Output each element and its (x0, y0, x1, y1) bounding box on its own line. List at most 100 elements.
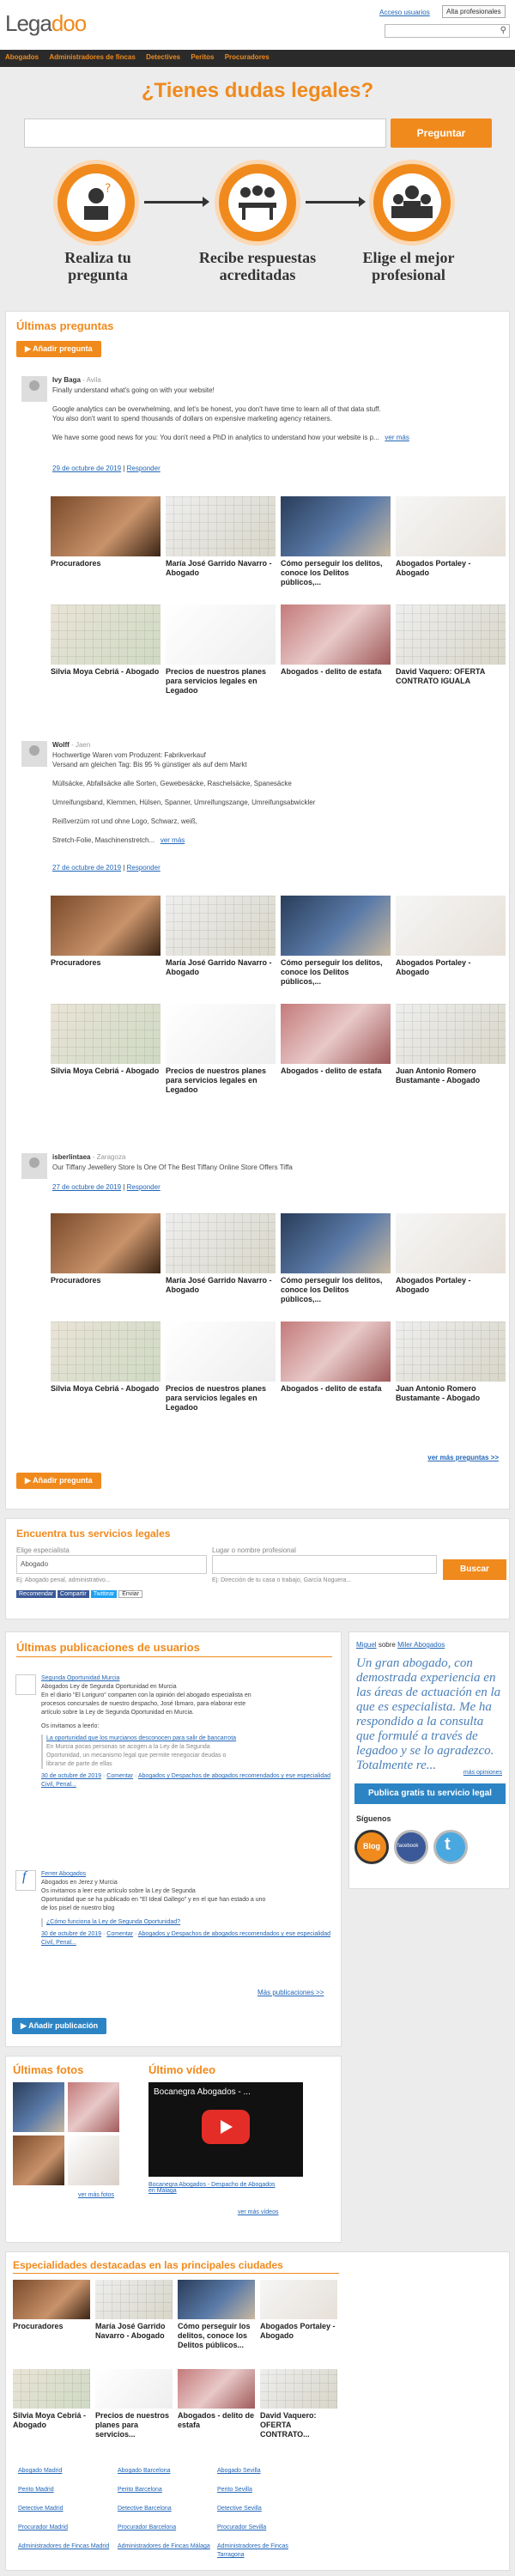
city-link[interactable]: Administradores de Fincas Tarragona (217, 2543, 312, 2560)
question-date[interactable]: 27 de octubre de 2019 (52, 864, 121, 872)
tile-caption[interactable]: Precios de nuestros planes para servicio… (95, 2411, 173, 2439)
city-link[interactable]: Perito Sevilla (217, 2486, 312, 2494)
tile-image[interactable] (95, 2369, 173, 2409)
related-tile[interactable]: Juan Antonio Romero Bustamante - Abogado (396, 1321, 506, 1403)
related-tile[interactable]: María José Garrido Navarro - Abogado (166, 896, 276, 977)
tile-image[interactable] (396, 1004, 506, 1064)
question-user[interactable]: Wolff (52, 741, 70, 749)
tile-image[interactable] (260, 2369, 337, 2409)
read-more-link[interactable]: ver más (385, 434, 409, 441)
tile-image[interactable] (51, 1321, 161, 1382)
tile-image[interactable] (51, 605, 161, 665)
login-link[interactable]: Acceso usuarios (379, 9, 430, 16)
video-player[interactable]: Bocanegra Abogados - ... (148, 2082, 303, 2177)
publication-date[interactable]: 30 de octubre de 2019 (41, 1773, 101, 1779)
email-share-button[interactable]: Enviar (118, 1590, 143, 1598)
city-link[interactable]: Perito Barcelona (118, 2486, 212, 2494)
related-tile[interactable]: Procuradores (51, 896, 161, 968)
related-tile[interactable]: Procuradores (13, 2280, 90, 2331)
tile-image[interactable] (396, 496, 506, 556)
related-tile[interactable]: Procuradores (51, 496, 161, 568)
tile-image[interactable] (281, 1004, 391, 1064)
related-tile[interactable]: Precios de nuestros planes para servicio… (166, 605, 276, 696)
publication-author[interactable]: Ferrer Abogados (41, 1871, 86, 1877)
read-more-link[interactable]: ver más (161, 836, 185, 844)
related-tile[interactable]: Abogados Portaley - Abogado (396, 896, 506, 977)
add-question-button-bottom[interactable]: ▶ Añadir pregunta (16, 1473, 101, 1489)
tile-caption[interactable]: Abogados Portaley - Abogado (260, 2322, 337, 2341)
related-tile[interactable]: María José Garrido Navarro - Abogado (95, 2280, 173, 2341)
add-question-button[interactable]: ▶ Añadir pregunta (16, 341, 101, 357)
photo-thumbnail[interactable] (13, 2136, 64, 2185)
tile-caption[interactable]: Procuradores (51, 1276, 161, 1285)
tile-caption[interactable]: Cómo perseguir los delitos, conoce los D… (178, 2322, 255, 2350)
related-tile[interactable]: Precios de nuestros planes para servicio… (166, 1004, 276, 1095)
more-publications-link[interactable]: Más publicaciones >> (258, 1989, 324, 1996)
more-questions-link[interactable]: ver más preguntas >> (427, 1454, 499, 1461)
search-icon[interactable]: ⚲ (500, 26, 506, 35)
related-tile[interactable]: David Vaquero: OFERTA CONTRATO... (260, 2369, 337, 2439)
place-field[interactable] (212, 1555, 437, 1574)
related-tile[interactable]: María José Garrido Navarro - Abogado (166, 1213, 276, 1295)
tile-image[interactable] (166, 1213, 276, 1273)
tile-caption[interactable]: Abogados Portaley - Abogado (396, 1276, 506, 1295)
related-tile[interactable]: Cómo perseguir los delitos, conoce los D… (281, 496, 391, 587)
related-tile[interactable]: David Vaquero: OFERTA CONTRATO IGUALA (396, 605, 506, 686)
quote-link[interactable]: ¿Cómo funciona la Ley de Segunda Oportun… (46, 1919, 180, 1925)
tile-caption[interactable]: Precios de nuestros planes para servicio… (166, 1066, 276, 1095)
reviewed-link[interactable]: Miler Abogados (397, 1641, 445, 1649)
related-tile[interactable]: Silvia Moya Cebriá - Abogado (51, 605, 161, 677)
publish-service-button[interactable]: Publica gratis tu servicio legal (354, 1783, 506, 1804)
tile-caption[interactable]: Cómo perseguir los delitos, conoce los D… (281, 559, 391, 587)
reply-link[interactable]: Responder (127, 1183, 161, 1191)
tile-image[interactable] (95, 2280, 173, 2319)
tile-caption[interactable]: Abogados - delito de estafa (178, 2411, 255, 2430)
related-tile[interactable]: Abogados Portaley - Abogado (396, 1213, 506, 1295)
tile-image[interactable] (396, 1213, 506, 1273)
related-tile[interactable]: Silvia Moya Cebriá - Abogado (51, 1321, 161, 1394)
search-button[interactable]: Buscar (443, 1559, 506, 1580)
tile-image[interactable] (396, 1321, 506, 1382)
ask-button[interactable]: Preguntar (391, 118, 492, 148)
nav-item-detectives[interactable]: Detectives (146, 53, 180, 61)
tile-image[interactable] (13, 2280, 90, 2319)
more-videos-link[interactable]: ver más vídeos (238, 2209, 278, 2215)
tile-caption[interactable]: María José Garrido Navarro - Abogado (166, 958, 276, 977)
publication-author[interactable]: Segunda Oportunidad Murcia (41, 1675, 119, 1681)
tile-caption[interactable]: Juan Antonio Romero Bustamante - Abogado (396, 1066, 506, 1085)
tile-caption[interactable]: Abogados - delito de estafa (281, 1384, 391, 1394)
legadoo-logo[interactable]: Legadoo (5, 10, 87, 37)
question-date[interactable]: 27 de octubre de 2019 (52, 1183, 121, 1191)
tile-image[interactable] (178, 2369, 255, 2409)
header-search-input[interactable]: ⚲ (385, 24, 510, 38)
nav-item-abogados[interactable]: Abogados (5, 53, 39, 61)
specialist-field[interactable]: Abogado (16, 1555, 207, 1574)
question-user[interactable]: isberlintaea (52, 1153, 90, 1161)
city-link[interactable]: Detective Madrid (18, 2505, 112, 2513)
tile-image[interactable] (13, 2369, 90, 2409)
nav-item-procuradores[interactable]: Procuradores (225, 53, 270, 61)
video-caption-link[interactable]: Bocanegra Abogados - Despacho de Abogado… (148, 2182, 277, 2194)
nav-item-administradores[interactable]: Administradores de fincas (49, 53, 135, 61)
reply-link[interactable]: Responder (127, 465, 161, 472)
city-link[interactable]: Detective Barcelona (118, 2505, 212, 2513)
tile-image[interactable] (51, 1213, 161, 1273)
tile-image[interactable] (166, 896, 276, 956)
tile-caption[interactable]: Silvia Moya Cebriá - Abogado (13, 2411, 90, 2430)
city-link[interactable]: Detective Sevilla (217, 2505, 312, 2513)
city-link[interactable]: Administradores de Fincas Madrid (18, 2543, 112, 2551)
related-tile[interactable]: Juan Antonio Romero Bustamante - Abogado (396, 1004, 506, 1085)
tile-caption[interactable]: María José Garrido Navarro - Abogado (166, 559, 276, 578)
question-user[interactable]: Ivy Baga (52, 376, 81, 384)
city-link[interactable]: Administradores de Fincas Málaga (118, 2543, 212, 2551)
related-tile[interactable]: Abogados Portaley - Abogado (260, 2280, 337, 2341)
related-tile[interactable]: Abogados - delito de estafa (281, 1004, 391, 1076)
related-tile[interactable]: Abogados - delito de estafa (281, 605, 391, 677)
related-tile[interactable]: Precios de nuestros planes para servicio… (95, 2369, 173, 2439)
blog-icon[interactable]: Blog (354, 1830, 389, 1864)
tile-caption[interactable]: Abogados Portaley - Abogado (396, 958, 506, 977)
tile-caption[interactable]: Procuradores (51, 958, 161, 968)
question-date[interactable]: 29 de octubre de 2019 (52, 465, 121, 472)
related-tile[interactable]: Cómo perseguir los delitos, conoce los D… (281, 1213, 391, 1304)
share-button[interactable]: Compartir (58, 1590, 89, 1598)
